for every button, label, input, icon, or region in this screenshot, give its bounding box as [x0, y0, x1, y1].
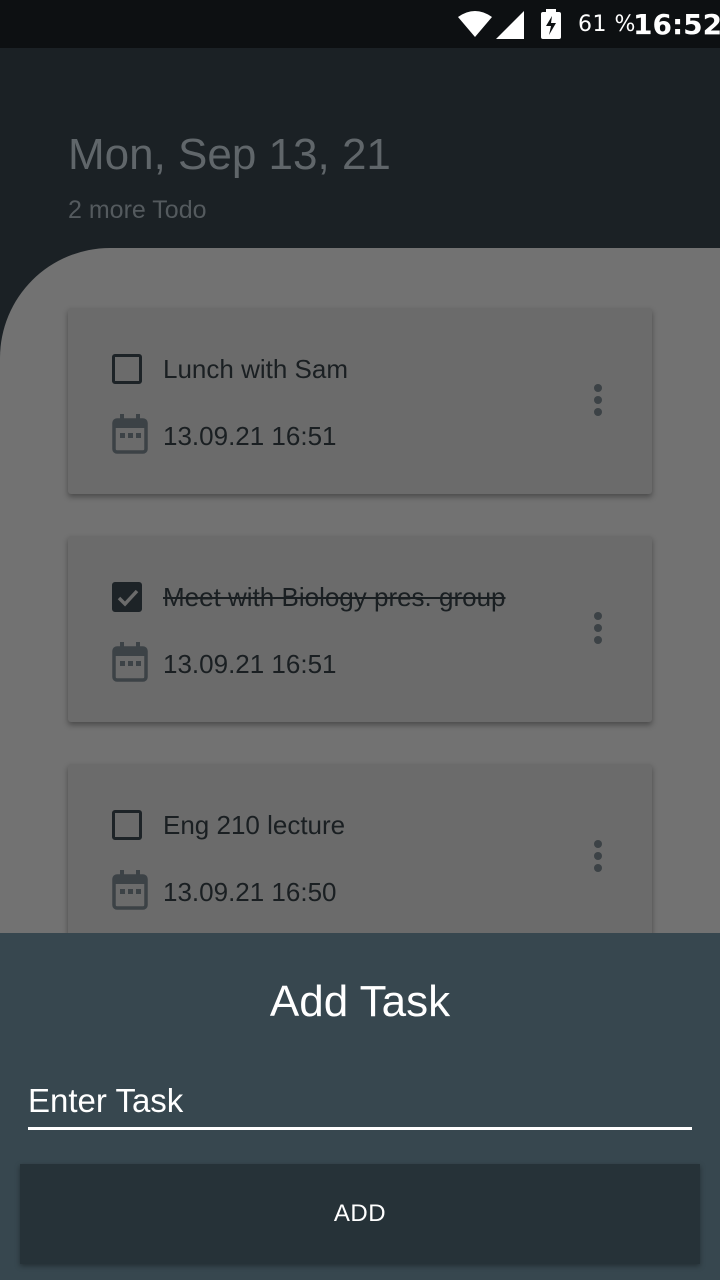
- task-title: Eng 210 lecture: [163, 810, 346, 840]
- task-card[interactable]: Eng 210 lecture 13.09.21 16:50: [68, 764, 652, 950]
- task-input[interactable]: [28, 1078, 692, 1130]
- todo-count: 2 more Todo: [68, 196, 207, 224]
- task-datetime: 13.09.21 16:51: [163, 649, 337, 679]
- more-options-icon[interactable]: [590, 840, 606, 876]
- status-bar: 61 % 16:52: [0, 0, 720, 48]
- page-title: Mon, Sep 13, 21: [68, 130, 391, 179]
- status-clock: 16:52: [633, 8, 720, 41]
- task-datetime: 13.09.21 16:51: [163, 421, 337, 451]
- more-options-icon[interactable]: [590, 384, 606, 420]
- task-list: Lunch with Sam 13.09.21 16:51 Meet with …: [0, 248, 720, 968]
- sheet-title: Add Task: [269, 977, 451, 1026]
- calendar-icon: [112, 642, 148, 682]
- task-datetime: 13.09.21 16:50: [163, 877, 337, 907]
- checkmark-icon: [117, 589, 139, 607]
- battery-percent: 61 %: [578, 12, 636, 37]
- signal-icon: [496, 11, 524, 39]
- add-task-sheet: Add Task ADD: [0, 933, 720, 1280]
- task-checkbox[interactable]: [112, 354, 142, 384]
- calendar-icon: [112, 414, 148, 454]
- task-title: Meet with Biology pres. group: [163, 582, 506, 612]
- task-card[interactable]: Meet with Biology pres. group 13.09.21 1…: [68, 536, 652, 722]
- battery-charging-icon: [541, 9, 561, 39]
- task-checkbox[interactable]: [112, 582, 142, 612]
- task-title: Lunch with Sam: [163, 354, 348, 384]
- more-options-icon[interactable]: [590, 612, 606, 648]
- calendar-icon: [112, 870, 148, 910]
- wifi-icon: [458, 11, 492, 37]
- add-button[interactable]: ADD: [20, 1164, 700, 1264]
- task-card[interactable]: Lunch with Sam 13.09.21 16:51: [68, 308, 652, 494]
- task-checkbox[interactable]: [112, 810, 142, 840]
